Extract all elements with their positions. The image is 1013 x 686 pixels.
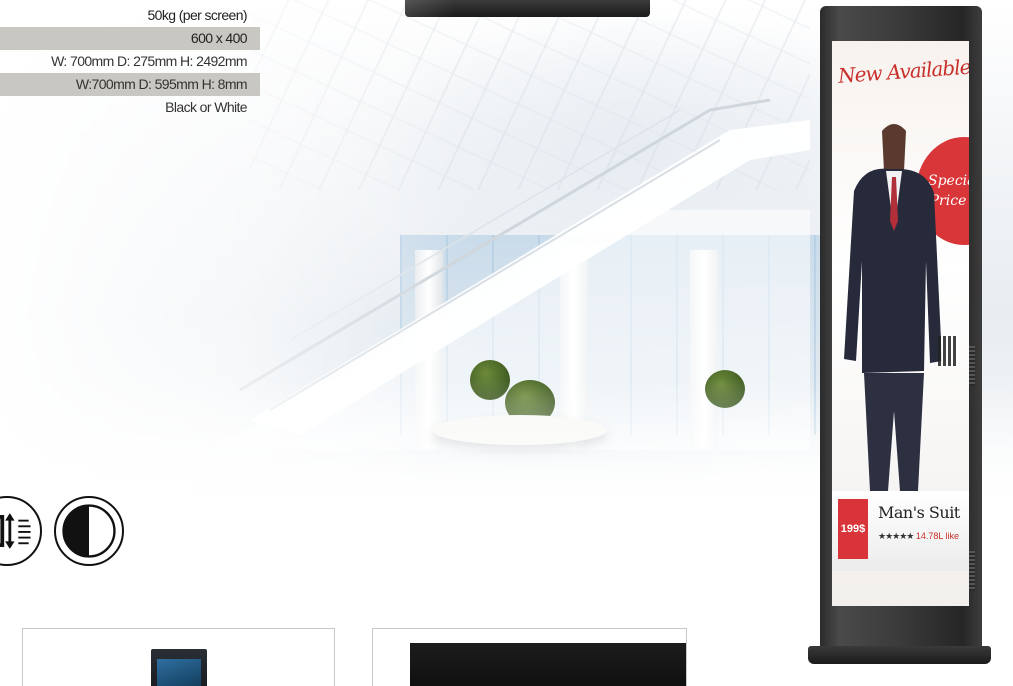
screen-headline: New Available xyxy=(837,54,969,88)
rotation-tilt-icon xyxy=(0,496,42,566)
dark-panel-thumbnail-image xyxy=(410,643,686,686)
product-name: Man's Suit xyxy=(878,503,960,522)
spec-table: 50kg (per screen) 600 x 400 W: 700mm D: … xyxy=(0,4,260,119)
kiosk-thumbnail-image xyxy=(151,649,207,686)
thumbnail-kiosk-screen[interactable] xyxy=(22,628,335,686)
price-banner: 199$ Man's Suit ★★★★★ 14.78L like xyxy=(832,491,969,571)
black-white-color-icon xyxy=(54,496,124,566)
spec-base-dimensions: W:700mm D: 595mm H: 8mm xyxy=(0,73,260,96)
spec-weight: 50kg (per screen) xyxy=(147,7,247,23)
product-page: 50kg (per screen) 600 x 400 W: 700mm D: … xyxy=(0,0,1013,686)
qr-code-image xyxy=(938,336,958,366)
suit-mannequin-image xyxy=(844,124,942,491)
spec-color: Black or White xyxy=(165,99,247,115)
rating-stars: ★★★★★ xyxy=(878,531,914,541)
product-rating: ★★★★★ 14.78L like xyxy=(878,531,959,542)
digital-signage-kiosk: Special Price New Available 199$ Man's S… xyxy=(808,6,991,664)
spec-vesa: 600 x 400 xyxy=(0,27,260,50)
like-count: 14.78L like xyxy=(915,531,960,541)
price-tag: 199$ xyxy=(838,499,868,559)
spec-dimensions: W: 700mm D: 275mm H: 2492mm xyxy=(51,53,248,69)
kiosk-screen: Special Price New Available 199$ Man's S… xyxy=(832,41,969,606)
kiosk-base xyxy=(808,646,991,664)
thumbnail-dark-panel[interactable] xyxy=(372,628,687,686)
